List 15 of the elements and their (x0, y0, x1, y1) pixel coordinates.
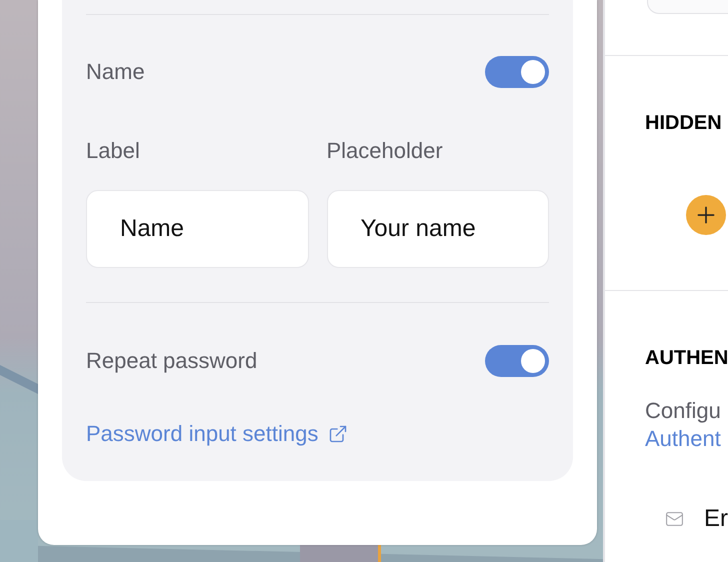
external-link-icon (328, 424, 348, 444)
description-text: Configu (645, 397, 722, 425)
field-label: Placeholder (326, 138, 444, 164)
section-heading: AUTHEN (645, 346, 728, 371)
input-field[interactable]: Name (86, 190, 308, 268)
toggle-label: Repeat password (86, 347, 258, 375)
method-label: Er (704, 504, 728, 534)
toggle-switch[interactable] (485, 344, 549, 376)
field-label: Label (86, 138, 141, 164)
toggle-switch[interactable] (485, 56, 549, 88)
input-field[interactable]: Your name (326, 190, 549, 268)
add-button[interactable] (686, 195, 726, 235)
auth-link[interactable]: Authent (645, 425, 728, 453)
section-heading: HIDDEN (645, 111, 723, 136)
toggle-label: Name (86, 58, 145, 86)
